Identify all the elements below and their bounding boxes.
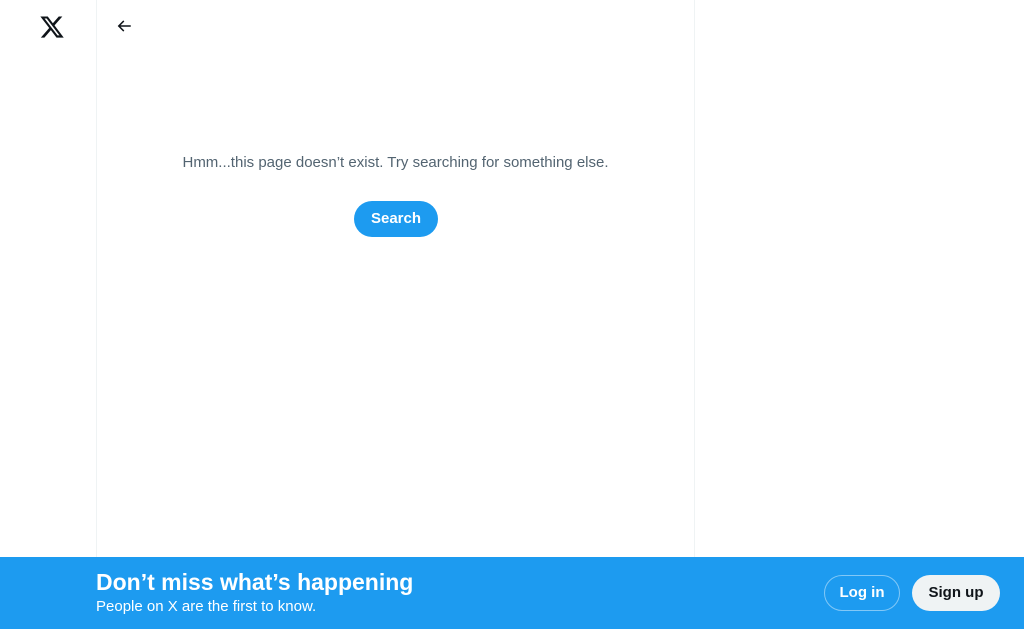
x-logo-glyph — [40, 16, 64, 38]
signup-button[interactable]: Sign up — [912, 575, 1000, 611]
x-logo-icon[interactable] — [39, 14, 65, 40]
page-not-found-message: Hmm...this page doesn’t exist. Try searc… — [182, 154, 609, 171]
banner-title: Don’t miss what’s happening — [96, 569, 414, 595]
right-sidebar — [695, 0, 1024, 629]
arrow-left-icon — [117, 20, 131, 32]
page-header — [97, 0, 694, 53]
main-column: Hmm...this page doesn’t exist. Try searc… — [96, 0, 695, 629]
left-navigation — [0, 0, 96, 629]
back-button[interactable] — [109, 11, 139, 41]
banner-subtitle: People on X are the first to know. — [96, 598, 317, 615]
search-button[interactable]: Search — [354, 201, 438, 237]
login-button[interactable]: Log in — [824, 575, 900, 611]
app-root: Hmm...this page doesn’t exist. Try searc… — [0, 0, 1024, 629]
